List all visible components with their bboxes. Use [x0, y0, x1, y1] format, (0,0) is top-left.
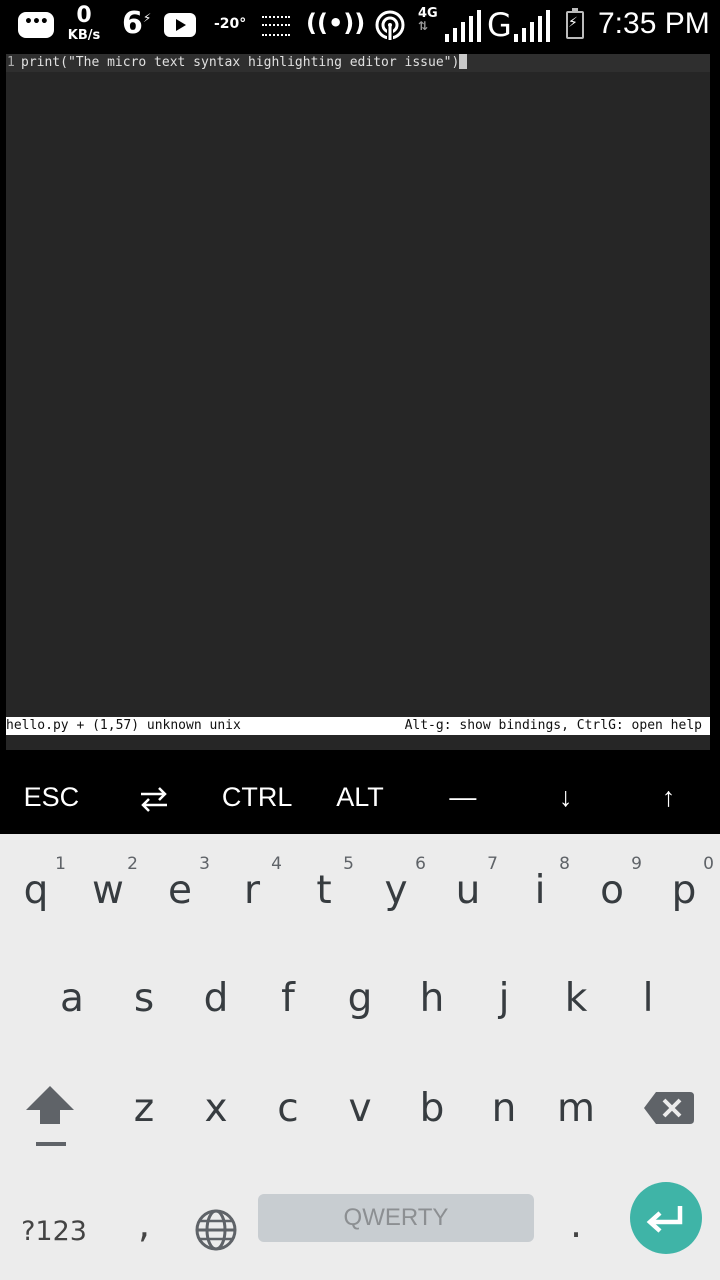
temperature-label: -20°: [214, 16, 247, 32]
wifi-icon: [375, 10, 405, 40]
editor-terminal[interactable]: 1 print("The micro text syntax highlighti…: [6, 54, 710, 750]
keyboard-icon: [262, 16, 290, 36]
keyboard-row-2: a s d f g h j k l: [0, 940, 720, 1040]
key-c[interactable]: c: [252, 1050, 324, 1150]
key-y[interactable]: 6y: [360, 840, 432, 940]
network-speed: 0 KB/s: [64, 3, 104, 43]
symbols-key[interactable]: ?123: [0, 1216, 108, 1247]
battery-charging-icon: [566, 8, 584, 39]
signal-strength-secondary-icon: [514, 10, 550, 42]
globe-icon: [195, 1209, 237, 1251]
language-key[interactable]: [194, 1208, 238, 1252]
key-d[interactable]: d: [180, 940, 252, 1040]
key-j[interactable]: j: [468, 940, 540, 1040]
key-m[interactable]: m: [540, 1050, 612, 1150]
carrier-label: G: [487, 6, 512, 44]
dash-key[interactable]: —: [411, 760, 514, 834]
ctrl-key[interactable]: CTRL: [206, 760, 309, 834]
network-speed-value: 0: [76, 3, 92, 28]
editor-status-line: hello.py + (1,57) unknown unix Alt-g: sh…: [6, 717, 710, 735]
enter-arrow-icon: [646, 1206, 683, 1233]
key-e[interactable]: 3e: [144, 840, 216, 940]
key-i[interactable]: 8i: [504, 840, 576, 940]
key-x[interactable]: x: [180, 1050, 252, 1150]
notification-six-icon: 6⚡: [122, 6, 152, 41]
key-l[interactable]: l: [612, 940, 684, 1040]
key-s[interactable]: s: [108, 940, 180, 1040]
clock: 7:35 PM: [598, 7, 710, 40]
key-o[interactable]: 9o: [576, 840, 648, 940]
editor-line[interactable]: 1 print("The micro text syntax highlighti…: [6, 54, 710, 72]
youtube-icon: [164, 13, 196, 37]
comma-key[interactable]: ,: [122, 1202, 166, 1246]
key-b[interactable]: b: [396, 1050, 468, 1150]
key-f[interactable]: f: [252, 940, 324, 1040]
file-status: hello.py + (1,57) unknown unix: [6, 718, 241, 733]
shift-key[interactable]: [14, 1082, 86, 1146]
backspace-key[interactable]: [640, 1088, 700, 1128]
status-bar: 0 KB/s 6⚡ -20° ((•)) 4G ⇅ G 7:35 PM: [0, 0, 720, 52]
key-a[interactable]: a: [36, 940, 108, 1040]
shift-arrow-icon: [26, 1086, 74, 1146]
alt-key[interactable]: ALT: [309, 760, 412, 834]
key-t[interactable]: 5t: [288, 840, 360, 940]
key-p[interactable]: 0p: [648, 840, 720, 940]
hotspot-icon: ((•)): [306, 9, 366, 37]
line-code[interactable]: print("The micro text syntax highlightin…: [21, 55, 459, 70]
key-w[interactable]: 2w: [72, 840, 144, 940]
key-k[interactable]: k: [540, 940, 612, 1040]
key-u[interactable]: 7u: [432, 840, 504, 940]
backspace-icon: [644, 1092, 694, 1124]
extra-keys-row: ESC CTRL ALT — ↓ ↑: [0, 760, 720, 834]
key-h[interactable]: h: [396, 940, 468, 1040]
line-number: 1: [7, 55, 15, 70]
network-speed-unit: KB/s: [67, 28, 101, 43]
key-v[interactable]: v: [324, 1050, 396, 1150]
keyboard-row-1: 1q 2w 3e 4r 5t 6y 7u 8i 9o 0p: [0, 840, 720, 940]
arrow-down-key[interactable]: ↓: [514, 760, 617, 834]
enter-key[interactable]: [630, 1182, 702, 1254]
key-n[interactable]: n: [468, 1050, 540, 1150]
signal-strength-icon: [445, 10, 481, 42]
key-z[interactable]: z: [108, 1050, 180, 1150]
esc-key[interactable]: ESC: [0, 760, 103, 834]
help-hint: Alt-g: show bindings, CtrlG: open help: [404, 718, 702, 733]
tab-arrows-icon: [141, 786, 168, 812]
key-q[interactable]: 1q: [0, 840, 72, 940]
network-type: 4G ⇅: [418, 6, 438, 33]
space-bar[interactable]: QWERTY: [258, 1194, 534, 1242]
key-r[interactable]: 4r: [216, 840, 288, 940]
message-notification-icon: [18, 12, 54, 38]
keyboard-row-3: z x c v b n m: [0, 1050, 720, 1150]
text-cursor: [459, 54, 468, 69]
arrow-up-key[interactable]: ↑: [617, 760, 720, 834]
period-key[interactable]: .: [556, 1202, 596, 1246]
tab-key[interactable]: [103, 760, 206, 834]
soft-keyboard: 1q 2w 3e 4r 5t 6y 7u 8i 9o 0p a s d f g …: [0, 834, 720, 1280]
key-g[interactable]: g: [324, 940, 396, 1040]
